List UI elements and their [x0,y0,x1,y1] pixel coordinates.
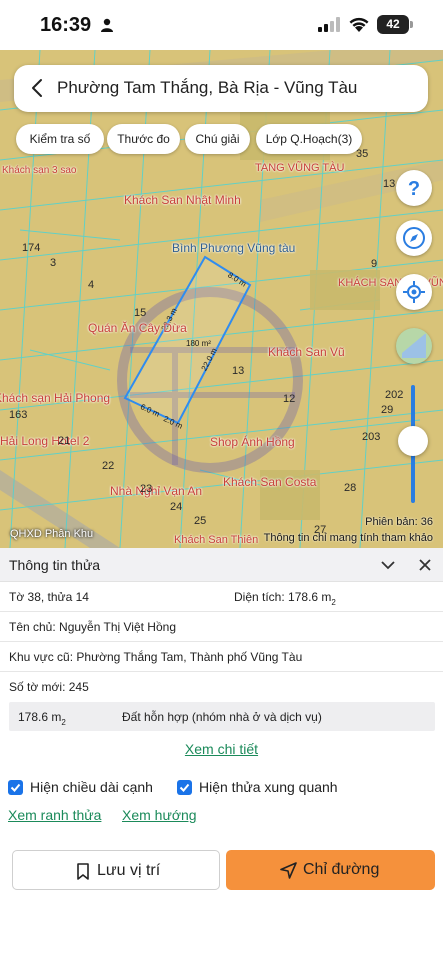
poi-label[interactable]: Khách San Vũ [268,345,345,359]
row-new-sheet: Số tờ mới: 245 [0,672,443,702]
land-area: 178.6 m2 [18,710,66,727]
map-view[interactable]: 8.0 m 22.3 m 22.0 m 6.0 m 2.0 m 180 m² K… [0,50,443,548]
poi-label[interactable]: Quán Ăn Cây Dừa [88,321,187,335]
parcel-number: 163 [9,409,28,421]
directions-button[interactable]: Chỉ đường [226,850,435,890]
view-direction-link[interactable]: Xem hướng [122,807,197,823]
checkmark-icon [179,783,190,792]
svg-text:?: ? [408,178,420,200]
back-arrow-icon[interactable] [30,78,44,98]
land-area-value: 178.6 m [18,710,62,724]
row-old-area: Khu vực cũ: Phường Thắng Tam, Thành phố … [0,642,443,672]
chip-planning-layers[interactable]: Lớp Q.Hoạch(3) [256,124,362,154]
parcel-number: 12 [283,393,296,405]
poi-label[interactable]: TANG VŨNG TÀU [255,162,344,174]
poi-label[interactable]: Khách sạn Hải Phong [0,391,110,405]
map-version-info: Phiên bản: 36 Thông tin chỉ mang tính th… [264,514,433,546]
sheet-header: Thông tin thửa [0,548,443,582]
chevron-down-icon[interactable] [380,558,396,572]
old-area-text: Khu vực cũ: Phường Thắng Tam, Thành phố … [9,650,303,664]
parcel-number: 35 [356,148,369,160]
directions-label: Chỉ đường [303,861,380,878]
parcel-number: 13 [232,365,245,377]
area-unit-exponent: 2 [331,598,336,607]
parcel-number: 202 [385,389,404,401]
parcel-number: 29 [381,404,394,416]
compass-icon [403,227,425,249]
area-label: Diện tích: 178.6 m2 [234,590,336,607]
row-sheet-parcel: Tờ 38, thửa 14 Diện tích: 178.6 m2 [0,582,443,612]
help-button[interactable]: ? [396,170,432,206]
chip-measure[interactable]: Thước đo [107,124,180,154]
wifi-icon [349,17,369,32]
status-time: 16:39 [40,14,92,36]
view-boundary-link[interactable]: Xem ranh thửa [8,807,101,823]
parcel-number: 174 [22,242,41,254]
sheet-title: Thông tin thửa [9,557,101,573]
poi-label[interactable]: Bình Phương Vũng tàu [172,241,295,255]
poi-label[interactable]: Nhà Nghỉ Vạn An [110,484,202,498]
status-bar: 16:39 42 [0,0,443,50]
show-neighbors-label[interactable]: Hiện thửa xung quanh [199,779,338,795]
parcel-number: 28 [344,482,357,494]
disclaimer-text: Thông tin chỉ mang tính tham khảo [263,532,433,544]
parcel-number: 21 [58,435,71,447]
checkmark-icon [10,783,21,792]
chip-legend[interactable]: Chú giải [185,124,250,154]
show-neighbors-checkbox[interactable] [177,780,192,795]
area-value: 178.6 m [288,590,332,604]
poi-label[interactable]: Khách sạn 3 sao [2,165,77,176]
compass-button[interactable] [396,220,432,256]
bookmark-icon [77,863,89,880]
parcel-number: 22 [102,460,115,472]
show-edge-length-label[interactable]: Hiện chiều dài cạnh [30,779,153,795]
location-header: Phường Tam Thắng, Bà Rịa - Vũng Tàu [14,65,428,112]
my-location-button[interactable] [396,274,432,310]
parcel-info-sheet: Thông tin thửa Tờ 38, thửa 14 Diện tích:… [0,548,443,960]
parcel-number: 203 [362,431,381,443]
sheet-parcel-number: Tờ 38, thửa 14 [9,590,89,604]
satellite-icon [402,334,426,358]
battery-indicator: 42 [377,15,409,34]
show-edge-length-checkbox[interactable] [8,780,23,795]
person-icon [101,18,113,32]
parcel-number: 15 [134,307,147,319]
close-icon[interactable] [418,558,432,572]
poi-label[interactable]: Hải Long Hotel 2 [0,434,89,448]
new-sheet-number: Số tờ mới: 245 [9,680,89,694]
poi-label[interactable]: Khách San Nhật Minh [124,193,241,207]
version-text: Phiên bản: 36 [365,516,433,528]
area-label-text: Diện tích: [234,590,285,604]
parcel-number: 24 [170,501,183,513]
help-icon: ? [408,178,420,200]
map-layer-button[interactable] [396,328,432,364]
save-location-button[interactable]: Lưu vị trí [12,850,220,890]
chip-check-number[interactable]: Kiểm tra số [16,124,104,154]
poi-label[interactable]: Khách San Thiên [174,534,258,546]
parcel-number: 13 [383,178,396,190]
battery-tip [410,21,413,28]
zoom-slider-thumb[interactable] [398,426,428,456]
poi-label[interactable]: Khách San Costa [223,475,316,489]
parcel-number: 25 [194,515,207,527]
row-owner: Tên chủ: Nguyễn Thị Việt Hồng [0,612,443,642]
signal-icon [318,17,340,32]
land-use-box: 178.6 m2 Đất hỗn hợp (nhóm nhà ở và dịch… [9,702,435,731]
save-location-label: Lưu vị trí [97,862,161,879]
locate-icon [403,281,425,303]
location-title: Phường Tam Thắng, Bà Rịa - Vũng Tàu [57,78,358,97]
parcel-number: 23 [140,483,153,495]
land-area-unit-exponent: 2 [61,718,66,727]
poi-label[interactable]: Shop Ánh Hồng [210,435,295,449]
owner-name: Tên chủ: Nguyễn Thị Việt Hồng [9,620,176,634]
view-detail-link[interactable]: Xem chi tiết [0,741,443,757]
parcel-area-label: 180 m² [186,339,211,348]
parcel-number: 9 [371,258,378,270]
parcel-number: 4 [88,279,95,291]
land-type: Đất hỗn hợp (nhóm nhà ở và dịch vụ) [122,710,322,724]
planning-layer-label: QHXD Phân Khu [10,528,94,540]
parcel-number: 3 [50,257,57,269]
navigation-icon [280,862,297,879]
